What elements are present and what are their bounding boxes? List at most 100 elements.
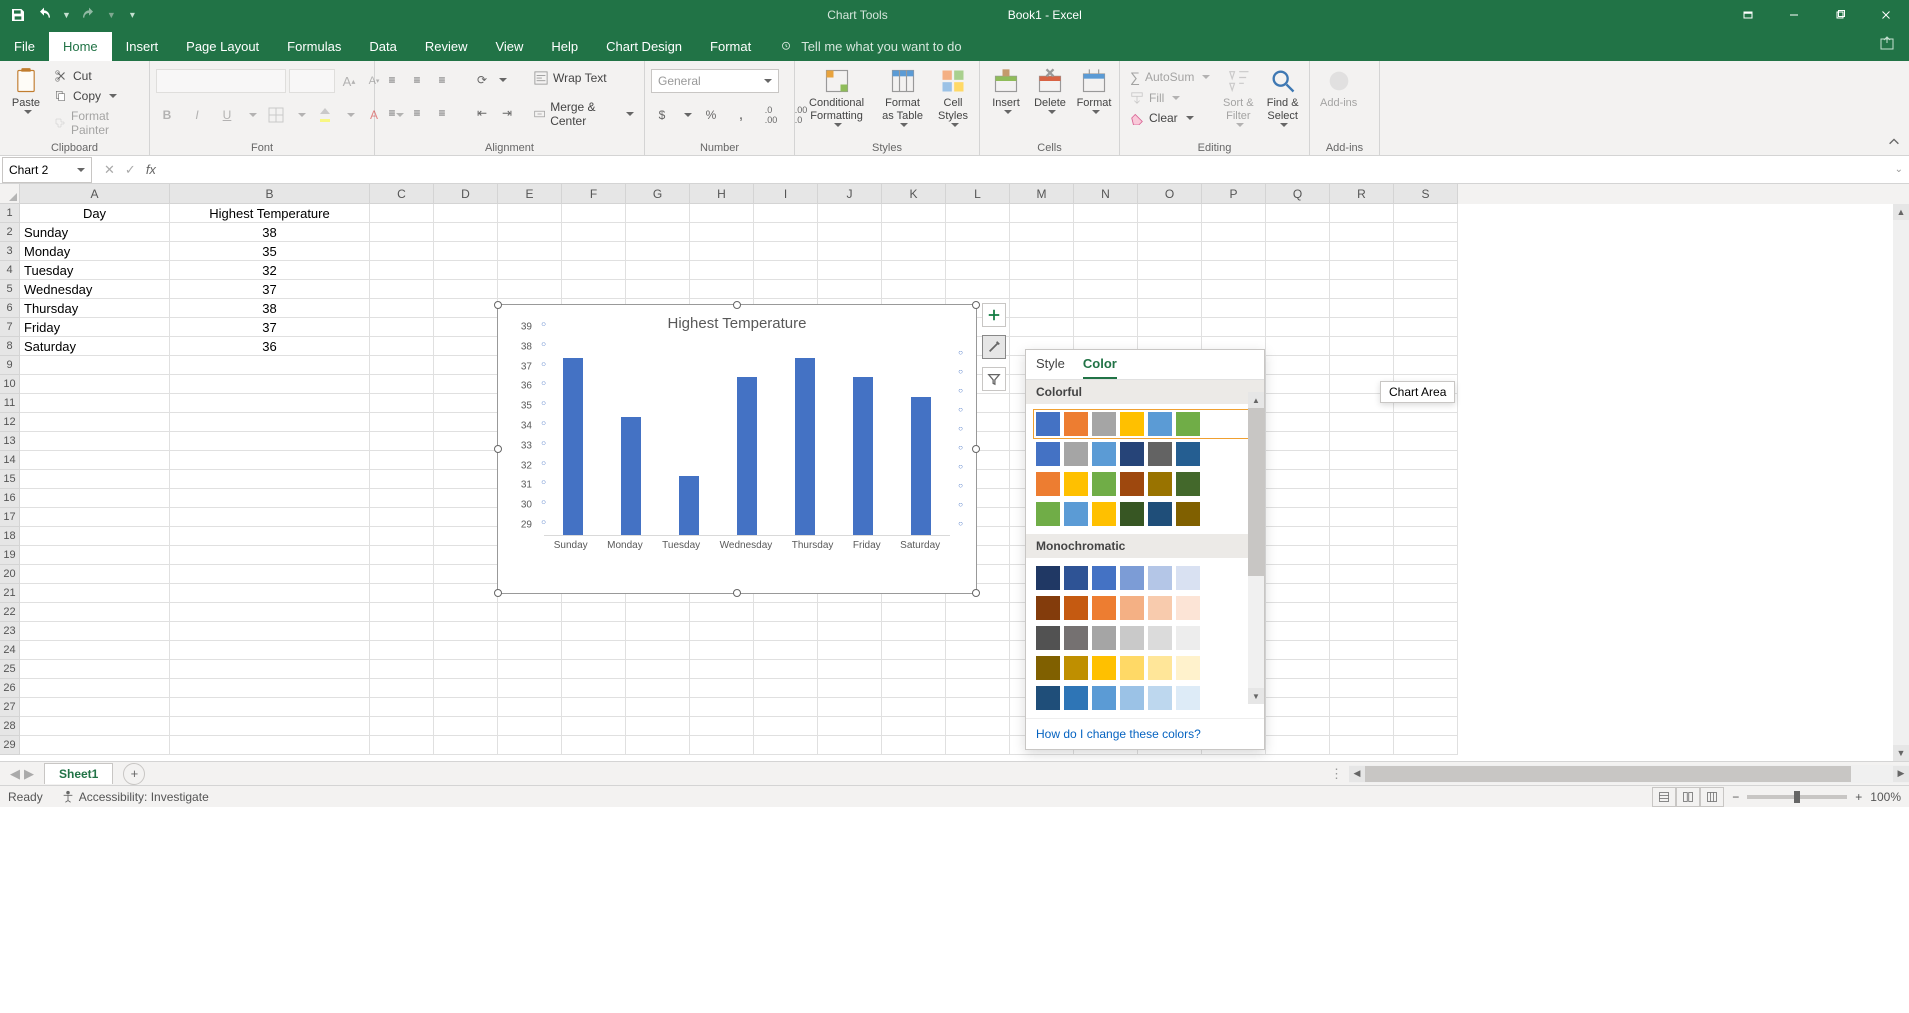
cell[interactable] — [1394, 717, 1458, 736]
cell[interactable] — [882, 717, 946, 736]
cell[interactable] — [434, 451, 498, 470]
row-header[interactable]: 2 — [0, 223, 20, 242]
color-palette-row[interactable] — [1036, 442, 1254, 466]
increase-indent-icon[interactable]: ⇥ — [496, 102, 518, 124]
cell[interactable] — [690, 223, 754, 242]
cell[interactable] — [1394, 470, 1458, 489]
cell[interactable] — [170, 470, 370, 489]
cell[interactable] — [370, 242, 434, 261]
cell[interactable] — [20, 375, 170, 394]
color-palette-row[interactable] — [1036, 596, 1254, 620]
cell[interactable] — [818, 261, 882, 280]
cell[interactable] — [690, 603, 754, 622]
cell[interactable] — [690, 242, 754, 261]
increase-font-icon[interactable]: A▴ — [338, 70, 360, 92]
cell[interactable] — [818, 622, 882, 641]
cell[interactable] — [20, 736, 170, 755]
cell[interactable] — [370, 261, 434, 280]
cell[interactable] — [946, 204, 1010, 223]
cell[interactable] — [690, 622, 754, 641]
cell[interactable] — [170, 736, 370, 755]
cell[interactable] — [370, 603, 434, 622]
cell[interactable] — [498, 261, 562, 280]
cell[interactable] — [370, 660, 434, 679]
cell[interactable] — [882, 698, 946, 717]
cell[interactable] — [882, 242, 946, 261]
color-swatch[interactable] — [1036, 442, 1060, 466]
maximize-button[interactable] — [1817, 0, 1863, 30]
row-header[interactable]: 15 — [0, 470, 20, 489]
cell[interactable] — [498, 622, 562, 641]
cell[interactable]: Sunday — [20, 223, 170, 242]
insert-cells-button[interactable]: Insert — [986, 65, 1026, 116]
borders-button[interactable] — [265, 104, 287, 126]
color-swatch[interactable] — [1120, 686, 1144, 710]
cell[interactable] — [1394, 204, 1458, 223]
column-header[interactable]: K — [882, 184, 946, 204]
bold-button[interactable]: B — [156, 104, 178, 126]
color-swatch[interactable] — [1176, 502, 1200, 526]
color-swatch[interactable] — [1064, 442, 1088, 466]
decrease-indent-icon[interactable]: ⇤ — [471, 102, 493, 124]
delete-cells-button[interactable]: Delete — [1030, 65, 1070, 116]
resize-handle[interactable] — [972, 445, 980, 453]
column-header[interactable]: D — [434, 184, 498, 204]
cell[interactable] — [1010, 261, 1074, 280]
cell[interactable] — [370, 280, 434, 299]
cell[interactable] — [370, 508, 434, 527]
cell[interactable] — [170, 489, 370, 508]
cell[interactable] — [370, 641, 434, 660]
color-tab[interactable]: Color — [1083, 356, 1117, 379]
cell[interactable] — [1266, 375, 1330, 394]
cell[interactable] — [434, 337, 498, 356]
cell[interactable] — [370, 622, 434, 641]
currency-icon[interactable]: $ — [651, 104, 673, 126]
find-select-button[interactable]: Find & Select — [1262, 65, 1303, 129]
cell[interactable] — [946, 660, 1010, 679]
share-icon[interactable] — [1865, 28, 1909, 61]
cell[interactable] — [1266, 451, 1330, 470]
cell[interactable] — [1394, 546, 1458, 565]
row-header[interactable]: 25 — [0, 660, 20, 679]
normal-view-button[interactable] — [1652, 787, 1676, 807]
cell[interactable] — [370, 489, 434, 508]
cell[interactable] — [818, 204, 882, 223]
cell[interactable] — [20, 546, 170, 565]
cell[interactable] — [1202, 242, 1266, 261]
color-swatch[interactable] — [1092, 412, 1116, 436]
cell[interactable] — [170, 679, 370, 698]
cell[interactable] — [20, 565, 170, 584]
cell[interactable] — [20, 451, 170, 470]
cell[interactable] — [946, 280, 1010, 299]
color-swatch[interactable] — [1176, 626, 1200, 650]
cell[interactable] — [818, 223, 882, 242]
cell[interactable] — [1266, 261, 1330, 280]
cell[interactable]: 35 — [170, 242, 370, 261]
color-swatch[interactable] — [1064, 502, 1088, 526]
cell[interactable] — [1266, 489, 1330, 508]
color-palette-row[interactable] — [1036, 686, 1254, 710]
cut-button[interactable]: Cut — [50, 67, 143, 85]
cell[interactable] — [1330, 432, 1394, 451]
cell[interactable] — [562, 622, 626, 641]
cell[interactable] — [882, 261, 946, 280]
merge-center-button[interactable]: Merge & Center — [530, 98, 638, 130]
font-size-combo[interactable] — [289, 69, 335, 93]
cell[interactable] — [1394, 413, 1458, 432]
cell[interactable] — [1330, 451, 1394, 470]
color-swatch[interactable] — [1148, 442, 1172, 466]
cell[interactable] — [1266, 717, 1330, 736]
cell[interactable] — [1266, 698, 1330, 717]
clear-button[interactable]: Clear — [1126, 109, 1214, 127]
cell[interactable] — [1266, 679, 1330, 698]
cell[interactable] — [170, 527, 370, 546]
increase-decimal-icon[interactable]: .0.00 — [760, 104, 782, 126]
cell[interactable]: Tuesday — [20, 261, 170, 280]
cell[interactable] — [562, 660, 626, 679]
format-as-table-button[interactable]: Format as Table — [876, 65, 929, 129]
scroll-right-button[interactable]: ▶ — [1893, 766, 1909, 782]
column-header[interactable]: E — [498, 184, 562, 204]
underline-button[interactable]: U — [216, 104, 238, 126]
cell[interactable] — [1330, 584, 1394, 603]
chart-bar[interactable] — [679, 476, 699, 535]
